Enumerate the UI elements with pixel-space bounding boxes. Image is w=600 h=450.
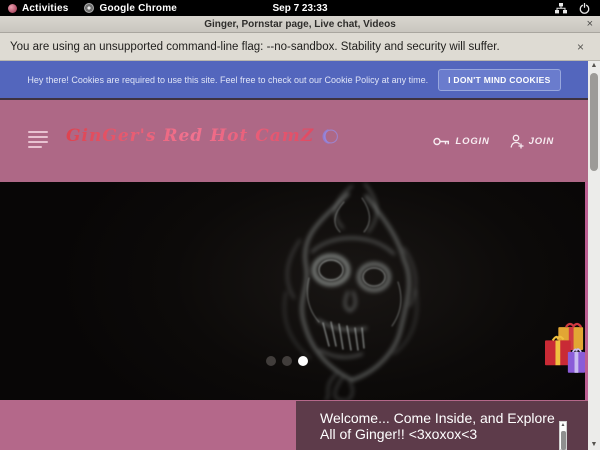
browser-viewport-row: Hey there! Cookies are required to use t… xyxy=(0,61,600,450)
welcome-text: Welcome... Come Inside, and Explore All … xyxy=(320,410,558,442)
site-header: GinGer's Red Hot CamZ LOGIN xyxy=(0,100,588,182)
header-actions: LOGIN JOIN xyxy=(433,100,554,182)
hero-carousel xyxy=(0,182,588,400)
focused-app-menu[interactable]: Google Chrome xyxy=(76,0,185,16)
system-tray[interactable] xyxy=(555,3,600,14)
login-button[interactable]: LOGIN xyxy=(433,136,490,147)
window-close-button[interactable]: × xyxy=(587,17,593,32)
cookie-accept-button[interactable]: I DON'T MIND COOKIES xyxy=(438,69,560,91)
scroll-up-icon[interactable]: ▲ xyxy=(588,61,600,71)
smoke-skull-image xyxy=(0,182,585,400)
carousel-dot-1[interactable] xyxy=(266,356,276,366)
menu-icon[interactable] xyxy=(28,131,48,148)
page-scrollbar[interactable]: ▲ ▼ xyxy=(588,61,600,450)
power-icon xyxy=(579,3,590,14)
activities-indicator-icon xyxy=(8,4,17,13)
activities-button[interactable]: Activities xyxy=(0,0,76,16)
welcome-scroll-thumb[interactable] xyxy=(561,431,566,450)
login-label: LOGIN xyxy=(456,136,490,147)
browser-warning-bar: You are using an unsupported command-lin… xyxy=(0,33,600,61)
page-body: Welcome... Come Inside, and Explore All … xyxy=(0,400,588,450)
chrome-app-icon xyxy=(84,3,94,13)
join-label: JOIN xyxy=(529,136,554,147)
scrollbar-thumb[interactable] xyxy=(590,73,598,171)
carousel-dots xyxy=(266,356,308,366)
welcome-scroll-up-icon[interactable]: ▲ xyxy=(560,422,566,429)
focused-app-label: Google Chrome xyxy=(99,3,177,14)
join-button[interactable]: JOIN xyxy=(510,134,554,149)
activities-label: Activities xyxy=(22,3,68,14)
cookie-banner: Hey there! Cookies are required to use t… xyxy=(0,61,588,100)
key-icon xyxy=(433,136,451,147)
warning-close-button[interactable]: × xyxy=(577,40,590,54)
cookie-message: Hey there! Cookies are required to use t… xyxy=(27,75,428,85)
desktop-top-bar: Activities Google Chrome Sep 7 23:33 xyxy=(0,0,600,16)
welcome-scrollbar[interactable]: ▲ xyxy=(559,421,567,450)
network-wired-icon xyxy=(555,3,567,14)
add-user-icon xyxy=(510,134,524,149)
window-title: Ginger, Pornstar page, Live chat, Videos xyxy=(0,19,600,30)
site-logo-text: GinGer's Red Hot CamZ xyxy=(66,126,314,146)
scroll-down-icon[interactable]: ▼ xyxy=(588,440,600,450)
screen: Activities Google Chrome Sep 7 23:33 Gin… xyxy=(0,0,600,450)
site-logo[interactable]: GinGer's Red Hot CamZ xyxy=(66,126,338,146)
window-title-bar[interactable]: Ginger, Pornstar page, Live chat, Videos… xyxy=(0,16,600,33)
welcome-box: Welcome... Come Inside, and Explore All … xyxy=(296,401,588,450)
warning-message: You are using an unsupported command-lin… xyxy=(10,41,500,53)
carousel-dot-3-active[interactable] xyxy=(298,356,308,366)
web-page: Hey there! Cookies are required to use t… xyxy=(0,61,588,450)
gift-boxes-icon[interactable] xyxy=(545,320,585,378)
crescent-moon-icon xyxy=(321,128,338,145)
carousel-dot-2[interactable] xyxy=(282,356,292,366)
